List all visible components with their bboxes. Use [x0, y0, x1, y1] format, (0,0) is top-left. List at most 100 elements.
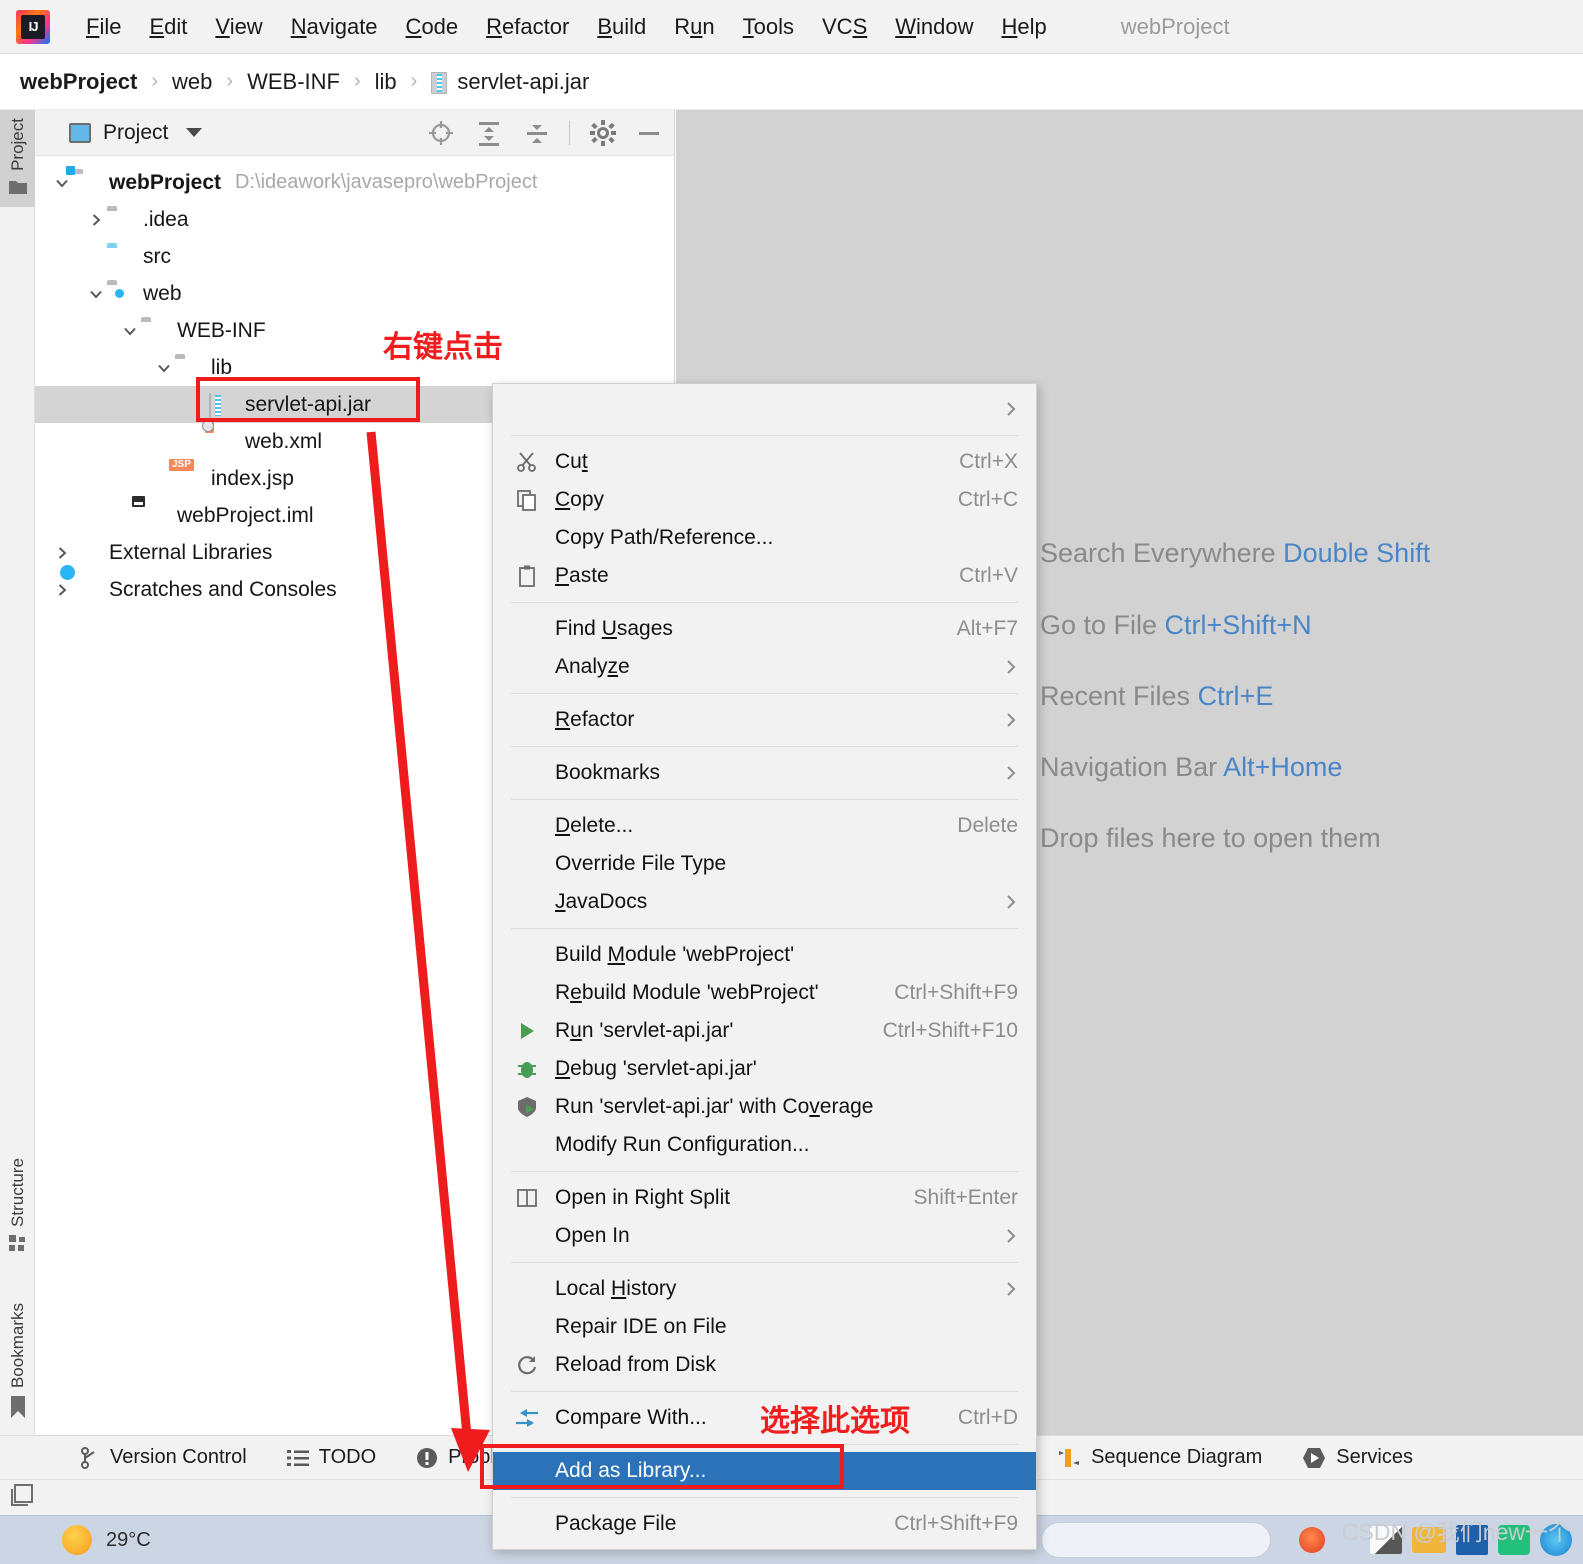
- menu-item-open-in[interactable]: Open In: [493, 1217, 1036, 1255]
- menu-item-run-servlet-api-jar-with-coverage[interactable]: Run 'servlet-api.jar' with Coverage: [493, 1088, 1036, 1126]
- collapse-all-icon[interactable]: [523, 119, 551, 147]
- editor-hint-0: Search Everywhere Double Shift: [1040, 538, 1430, 569]
- breadcrumb-item-servletapijar[interactable]: servlet-api.jar: [431, 69, 589, 95]
- chevron-down-icon[interactable]: [85, 283, 107, 305]
- menu-item-label: Bookmarks: [555, 761, 661, 784]
- menu-item-bookmarks[interactable]: Bookmarks: [493, 754, 1036, 792]
- taskbar-weather-widget[interactable]: 29°C: [62, 1525, 151, 1555]
- menu-item-window[interactable]: Window: [881, 12, 987, 42]
- menu-item-file[interactable]: File: [72, 12, 135, 42]
- menu-item-debug-servlet-api-jar[interactable]: Debug 'servlet-api.jar': [493, 1050, 1036, 1088]
- tree-node-webinf[interactable]: WEB-INF: [35, 312, 674, 349]
- intellij-logo-icon: IJ: [16, 9, 50, 44]
- chevron-down-icon[interactable]: [51, 172, 73, 194]
- stripe-tab-structure[interactable]: Structure: [0, 1150, 35, 1264]
- menu-item-refactor[interactable]: Refactor: [493, 701, 1036, 739]
- settings-gear-icon[interactable]: [590, 119, 616, 146]
- menu-item-new[interactable]: [493, 390, 1036, 428]
- menu-separator: [511, 1444, 1018, 1445]
- menu-item-label: Repair IDE on File: [555, 1315, 727, 1338]
- bottom-tab-todo[interactable]: TODO: [286, 1446, 376, 1469]
- chevron-right-icon: [974, 1281, 1018, 1297]
- breadcrumb-item-webinf[interactable]: WEB-INF: [247, 69, 340, 95]
- tree-node-web[interactable]: web: [35, 275, 674, 312]
- menu-item-rebuild-module-webproject[interactable]: Rebuild Module 'webProject' Ctrl+Shift+F9: [493, 974, 1036, 1012]
- menu-item-shortcut: Ctrl+Shift+F9: [894, 981, 1018, 1004]
- menu-item-label: Modify Run Configuration...: [555, 1133, 810, 1156]
- taskbar-app-peach-icon[interactable]: [1299, 1527, 1325, 1553]
- annotation-choose-this-option: 选择此选项: [760, 1404, 910, 1439]
- menu-item-override-file-type[interactable]: Override File Type: [493, 845, 1036, 883]
- menu-item-shortcut: Ctrl+Shift+F10: [882, 1019, 1018, 1042]
- tree-node-label: webProject: [109, 171, 222, 194]
- menu-item-label: Open in Right Split: [555, 1186, 731, 1209]
- breadcrumb-item-lib[interactable]: lib: [375, 69, 397, 95]
- chevron-down-icon[interactable]: [186, 128, 203, 137]
- navigation-breadcrumb[interactable]: webProject › web › WEB-INF › lib › servlet-api.j…: [0, 54, 1583, 110]
- chevron-down-icon[interactable]: [119, 320, 141, 342]
- annotation-right-click: 右键点击: [383, 330, 503, 365]
- menu-item-help[interactable]: Help: [988, 12, 1061, 42]
- menu-item-delete[interactable]: Delete... Delete: [493, 807, 1036, 845]
- tree-node-label: web: [143, 282, 182, 305]
- menu-item-copy-path-reference[interactable]: Copy Path/Reference...: [493, 519, 1036, 557]
- menu-separator: [511, 602, 1018, 603]
- taskbar-search-box[interactable]: [1041, 1522, 1271, 1558]
- expand-all-icon[interactable]: [475, 119, 503, 147]
- tree-node-label: lib: [211, 356, 233, 379]
- menu-item-add-as-library[interactable]: Add as Library...: [493, 1452, 1036, 1490]
- file-context-menu[interactable]: Cut Ctrl+X Copy Ctrl+C Copy Path/Reference..…: [492, 383, 1037, 1550]
- editor-hint-3: Navigation Bar Alt+Home: [1040, 752, 1342, 783]
- menu-item-refactor[interactable]: Refactor: [472, 12, 583, 42]
- menu-item-label: Open In: [555, 1224, 630, 1247]
- chevron-right-icon[interactable]: [51, 579, 73, 601]
- menu-item-analyze[interactable]: Analyze: [493, 648, 1036, 686]
- menu-item-modify-run-configuration[interactable]: Modify Run Configuration...: [493, 1126, 1036, 1164]
- breadcrumb-item-web[interactable]: web: [172, 69, 212, 95]
- bottom-tab-sequence-diagram[interactable]: Sequence Diagram: [1057, 1446, 1262, 1469]
- menu-item-package-file[interactable]: Package File Ctrl+Shift+F9: [493, 1505, 1036, 1543]
- menu-item-code[interactable]: Code: [392, 12, 473, 42]
- menu-item-copy[interactable]: Copy Ctrl+C: [493, 481, 1036, 519]
- menu-item-build-module-webproject[interactable]: Build Module 'webProject': [493, 936, 1036, 974]
- bottom-tab-version-control[interactable]: Version Control: [80, 1446, 247, 1469]
- menu-item-cut[interactable]: Cut Ctrl+X: [493, 443, 1036, 481]
- menu-item-navigate[interactable]: Navigate: [277, 12, 392, 42]
- tree-node-lib[interactable]: lib: [35, 349, 674, 386]
- stripe-tab-project[interactable]: Project: [0, 110, 35, 207]
- chevron-right-icon[interactable]: [85, 209, 107, 231]
- menu-item-tools[interactable]: Tools: [729, 12, 808, 42]
- bottom-tab-services[interactable]: Services: [1302, 1446, 1413, 1469]
- menu-item-javadocs[interactable]: JavaDocs: [493, 883, 1036, 921]
- menu-item-local-history[interactable]: Local History: [493, 1270, 1036, 1308]
- menu-item-paste[interactable]: Paste Ctrl+V: [493, 557, 1036, 595]
- breadcrumb-separator: ›: [353, 70, 361, 92]
- menu-item-reload-from-disk[interactable]: Reload from Disk: [493, 1346, 1036, 1384]
- tree-node-webproject[interactable]: webProject D:\ideawork\javasepro\webProje…: [35, 164, 674, 201]
- menu-item-find-usages[interactable]: Find Usages Alt+F7: [493, 610, 1036, 648]
- locate-icon[interactable]: [427, 119, 455, 147]
- chevron-down-icon[interactable]: [153, 357, 175, 379]
- menu-item-run-servlet-api-jar[interactable]: Run 'servlet-api.jar' Ctrl+Shift+F10: [493, 1012, 1036, 1050]
- menu-item-vcs[interactable]: VCS: [808, 12, 881, 42]
- layout-icon[interactable]: [10, 1483, 36, 1512]
- tree-node-label: External Libraries: [109, 541, 273, 564]
- hide-panel-icon[interactable]: [636, 120, 662, 146]
- tree-node-idea[interactable]: .idea: [35, 201, 674, 238]
- chevron-right-icon[interactable]: [51, 542, 73, 564]
- breadcrumb-item-webproject[interactable]: webProject: [20, 69, 137, 95]
- menu-item-edit[interactable]: Edit: [135, 12, 201, 42]
- menu-item-repair-ide-on-file[interactable]: Repair IDE on File: [493, 1308, 1036, 1346]
- menu-item-open-in-right-split[interactable]: Open in Right Split Shift+Enter: [493, 1179, 1036, 1217]
- tree-node-src[interactable]: src: [35, 238, 674, 275]
- menu-item-run[interactable]: Run: [660, 12, 728, 42]
- menu-item-label: Reload from Disk: [555, 1353, 717, 1376]
- menu-item-build[interactable]: Build: [583, 12, 660, 42]
- stripe-tab-bookmarks[interactable]: Bookmarks: [0, 1295, 35, 1431]
- chevron-right-icon: [974, 894, 1018, 910]
- compare-icon: [515, 1406, 539, 1430]
- bottom-tab-label: Sequence Diagram: [1091, 1446, 1263, 1468]
- menu-item-view[interactable]: View: [201, 12, 276, 42]
- problems-icon: [416, 1447, 438, 1469]
